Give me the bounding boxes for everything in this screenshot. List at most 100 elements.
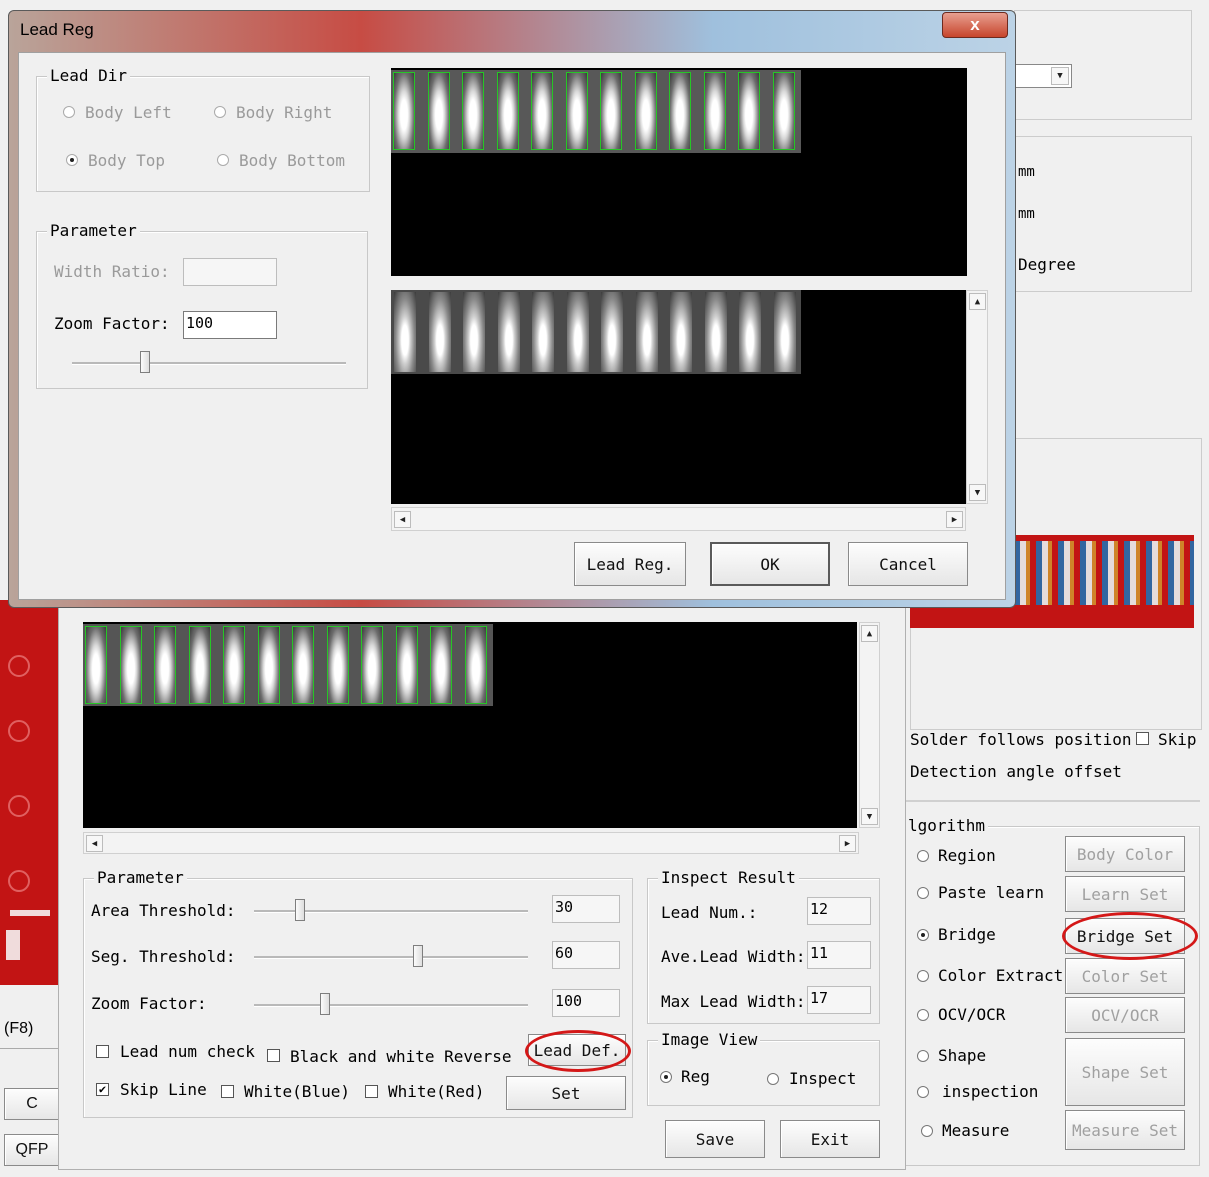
cancel-button[interactable]: Cancel	[848, 542, 968, 586]
skip-checkbox[interactable]	[1136, 732, 1149, 745]
label-paste-learn: Paste learn	[938, 883, 1044, 902]
area-threshold-slider[interactable]	[295, 899, 305, 921]
inspect-vscroll[interactable]: ▲ ▼	[859, 622, 880, 828]
inspect-lead-strip	[83, 624, 493, 706]
lead-thumbnail	[85, 626, 107, 704]
body-color-button[interactable]: Body Color	[1065, 836, 1185, 872]
lead-thumbnail	[154, 626, 176, 704]
lead-thumbnail	[670, 292, 692, 372]
color-set-button[interactable]: Color Set	[1065, 958, 1185, 994]
reg-lead-strip	[391, 70, 801, 153]
radio-body-top[interactable]	[66, 154, 78, 166]
lead-thumbnail	[497, 292, 520, 372]
lead-thumbnail	[427, 72, 450, 150]
scroll-up-icon[interactable]: ▲	[861, 625, 878, 642]
reg-hscroll[interactable]: ◀ ▶	[391, 507, 966, 531]
zoom-factor-slider-2[interactable]	[320, 993, 330, 1015]
width-ratio-field[interactable]	[183, 258, 277, 286]
area-threshold-value: 30	[552, 895, 620, 923]
radio-body-left[interactable]	[63, 106, 75, 118]
ocv-ocr-button[interactable]: OCV/OCR	[1065, 997, 1185, 1033]
close-button[interactable]: x	[942, 12, 1008, 38]
skip-line-checkbox[interactable]: ✔	[96, 1083, 109, 1096]
seg-threshold-slider[interactable]	[413, 945, 423, 967]
radio-bridge[interactable]	[917, 929, 929, 941]
reg-vscroll[interactable]: ▲ ▼	[966, 290, 988, 504]
radio-measure[interactable]	[921, 1125, 933, 1137]
radio-inspection[interactable]	[917, 1086, 929, 1098]
lead-reg-button[interactable]: Lead Reg.	[574, 542, 686, 586]
zoom-factor-label-2: Zoom Factor:	[91, 994, 207, 1013]
radio-region[interactable]	[917, 850, 929, 862]
c-tab[interactable]: C	[4, 1088, 60, 1120]
radio-body-right[interactable]	[214, 106, 226, 118]
lead-thumbnail	[772, 72, 795, 150]
lead-thumbnail	[565, 72, 588, 150]
zoom-factor-slider[interactable]	[140, 351, 150, 373]
unit-degree: Degree	[1018, 255, 1076, 274]
radio-reg[interactable]	[660, 1071, 672, 1083]
bw-reverse-checkbox[interactable]	[267, 1049, 280, 1062]
lead-thumbnail	[531, 72, 553, 150]
qfp-tab[interactable]: QFP	[4, 1134, 60, 1166]
lead-thumbnail	[738, 72, 760, 150]
label-shape: Shape	[938, 1046, 987, 1065]
save-button[interactable]: Save	[665, 1120, 765, 1158]
seg-threshold-label: Seg. Threshold:	[91, 947, 236, 966]
lead-thumbnail	[292, 626, 314, 704]
dropdown[interactable]: ▼	[1014, 64, 1072, 88]
lead-thumbnail	[773, 292, 796, 372]
learn-set-button[interactable]: Learn Set	[1065, 876, 1185, 912]
label-body-right: Body Right	[236, 103, 333, 122]
exit-button[interactable]: Exit	[780, 1120, 880, 1158]
lead-thumbnail	[394, 292, 416, 372]
radio-ocv-ocr[interactable]	[917, 1009, 929, 1021]
scroll-left-icon[interactable]: ◀	[86, 835, 103, 852]
pcb-image-strip	[0, 600, 60, 985]
label-body-top: Body Top	[88, 151, 166, 170]
label-bridge: Bridge	[938, 925, 996, 944]
lead-thumbnail	[496, 72, 519, 150]
lead-thumbnail	[634, 72, 657, 150]
scroll-down-icon[interactable]: ▼	[861, 808, 878, 825]
white-blue-checkbox[interactable]	[221, 1085, 234, 1098]
radio-inspect[interactable]	[767, 1073, 779, 1085]
lead-thumbnail	[257, 626, 280, 704]
shape-set-button[interactable]: Shape Set	[1065, 1038, 1185, 1106]
scroll-right-icon[interactable]: ▶	[946, 511, 963, 528]
lead-thumbnail	[119, 626, 142, 704]
ok-button[interactable]: OK	[710, 542, 830, 586]
inspect-result-label: Inspect Result	[658, 868, 799, 887]
white-blue-label: White(Blue)	[244, 1082, 350, 1101]
set-button[interactable]: Set	[506, 1076, 626, 1110]
zoom-factor-field[interactable]: 100	[183, 311, 277, 339]
label-body-left: Body Left	[85, 103, 172, 122]
detection-angle-label: Detection angle offset	[910, 762, 1122, 781]
lead-thumbnail	[428, 292, 451, 372]
max-lead-width-label: Max Lead Width:	[661, 992, 806, 1011]
label-color-extract: Color Extract	[938, 966, 1064, 985]
zoom-factor-label: Zoom Factor:	[54, 314, 170, 333]
white-red-checkbox[interactable]	[365, 1085, 378, 1098]
close-icon: x	[970, 15, 980, 34]
lead-thumbnail	[393, 72, 415, 150]
radio-shape[interactable]	[917, 1050, 929, 1062]
radio-paste-learn[interactable]	[917, 887, 929, 899]
radio-color-extract[interactable]	[917, 970, 929, 982]
area-threshold-label: Area Threshold:	[91, 901, 236, 920]
unit-mm-2: mm	[1018, 206, 1035, 222]
lead-num-label: Lead Num.:	[661, 903, 758, 922]
dialog-parameter-label: Parameter	[47, 221, 140, 240]
dialog-title: Lead Reg	[20, 20, 94, 39]
lead-thumbnail	[188, 626, 211, 704]
lead-thumbnail	[669, 72, 691, 150]
scroll-down-icon[interactable]: ▼	[969, 484, 986, 501]
lead-num-check-checkbox[interactable]	[96, 1045, 109, 1058]
scroll-up-icon[interactable]: ▲	[969, 293, 986, 310]
radio-body-bottom[interactable]	[217, 154, 229, 166]
scroll-right-icon[interactable]: ▶	[839, 835, 856, 852]
inspect-hscroll[interactable]: ◀ ▶	[83, 832, 859, 854]
unit-mm-1: mm	[1018, 164, 1035, 180]
measure-set-button[interactable]: Measure Set	[1065, 1110, 1185, 1150]
scroll-left-icon[interactable]: ◀	[394, 511, 411, 528]
